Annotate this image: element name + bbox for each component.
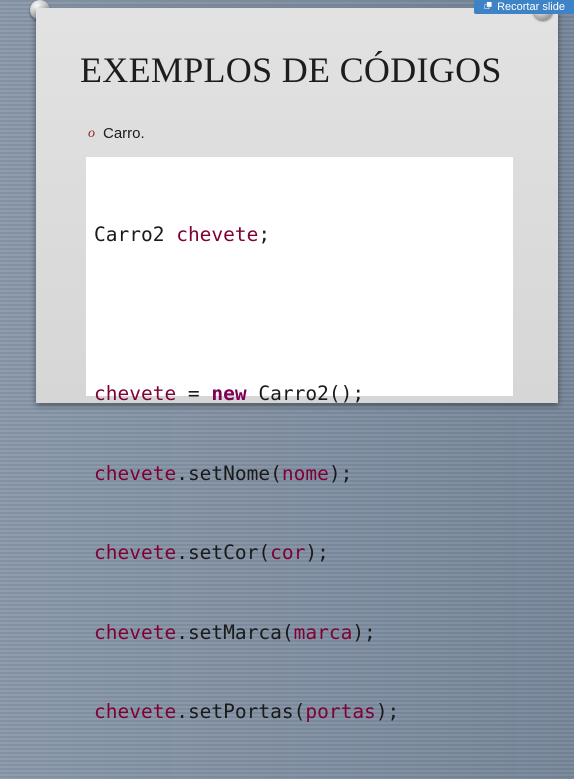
code-token-method: setMarca xyxy=(187,620,282,644)
clip-slide-label: Recortar slide xyxy=(497,1,565,13)
code-token-punct: ( xyxy=(270,461,282,485)
code-token-punct: ( xyxy=(281,620,294,644)
code-token-punct: . xyxy=(176,461,188,485)
code-block: Carro2 chevete; chevete = new Carro2(); … xyxy=(86,157,513,723)
code-token-punct: ( xyxy=(258,541,271,564)
code-token-punct: . xyxy=(176,620,188,644)
code-token-punct: . xyxy=(176,541,188,564)
slide: EXEMPLOS DE CÓDIGOS o Carro. Carro2 chev… xyxy=(36,8,558,723)
code-listing: Carro2 chevete; chevete = new Carro2(); … xyxy=(94,169,399,779)
code-line: chevete.setNome(nome); xyxy=(94,461,399,488)
code-line: chevete = new Carro2(); xyxy=(94,381,399,408)
code-token-punct: ( xyxy=(293,700,306,723)
code-token-method: setCor xyxy=(187,541,259,564)
code-token-argument: marca xyxy=(293,620,353,644)
clip-slide-button[interactable]: ⮻ Recortar slide xyxy=(474,0,574,14)
crop-icon: ⮻ xyxy=(484,1,493,12)
code-token-variable: chevete xyxy=(94,461,177,485)
code-token-punct: ); xyxy=(328,461,353,485)
code-line: chevete.setMarca(marca); xyxy=(94,620,399,647)
code-token-type: Carro2 xyxy=(94,223,165,246)
code-token-punct: (); xyxy=(328,382,365,405)
code-token-punct: ); xyxy=(305,541,329,564)
code-token-keyword: new xyxy=(211,382,247,405)
code-line: Carro2 chevete; xyxy=(94,222,399,249)
slide-title: EXEMPLOS DE CÓDIGOS xyxy=(80,50,502,90)
code-token-variable: chevete xyxy=(176,223,259,246)
code-token-variable: chevete xyxy=(94,382,177,405)
code-token-punct: . xyxy=(176,700,188,723)
code-token-argument: cor xyxy=(270,541,306,564)
code-line: chevete.setPortas(portas); xyxy=(94,699,399,726)
bullet-marker-icon: o xyxy=(88,125,95,141)
code-token-punct: ; xyxy=(258,223,271,246)
code-token-variable: chevete xyxy=(94,700,177,723)
code-token-argument: portas xyxy=(305,700,376,723)
code-line: chevete.setCor(cor); xyxy=(94,540,399,567)
bullet-item: o Carro. xyxy=(88,125,145,142)
code-token-argument: nome xyxy=(281,461,329,485)
bullet-text: Carro. xyxy=(103,125,145,142)
code-token-method: setNome xyxy=(187,461,271,485)
code-token-variable: chevete xyxy=(94,541,177,564)
code-token-variable: chevete xyxy=(94,620,177,644)
code-token-method: setPortas xyxy=(187,700,294,723)
code-token-punct: ); xyxy=(375,700,400,723)
code-token-operator: = xyxy=(176,382,212,405)
code-token-punct: ); xyxy=(352,620,376,644)
code-token-class: Carro2 xyxy=(258,382,329,405)
